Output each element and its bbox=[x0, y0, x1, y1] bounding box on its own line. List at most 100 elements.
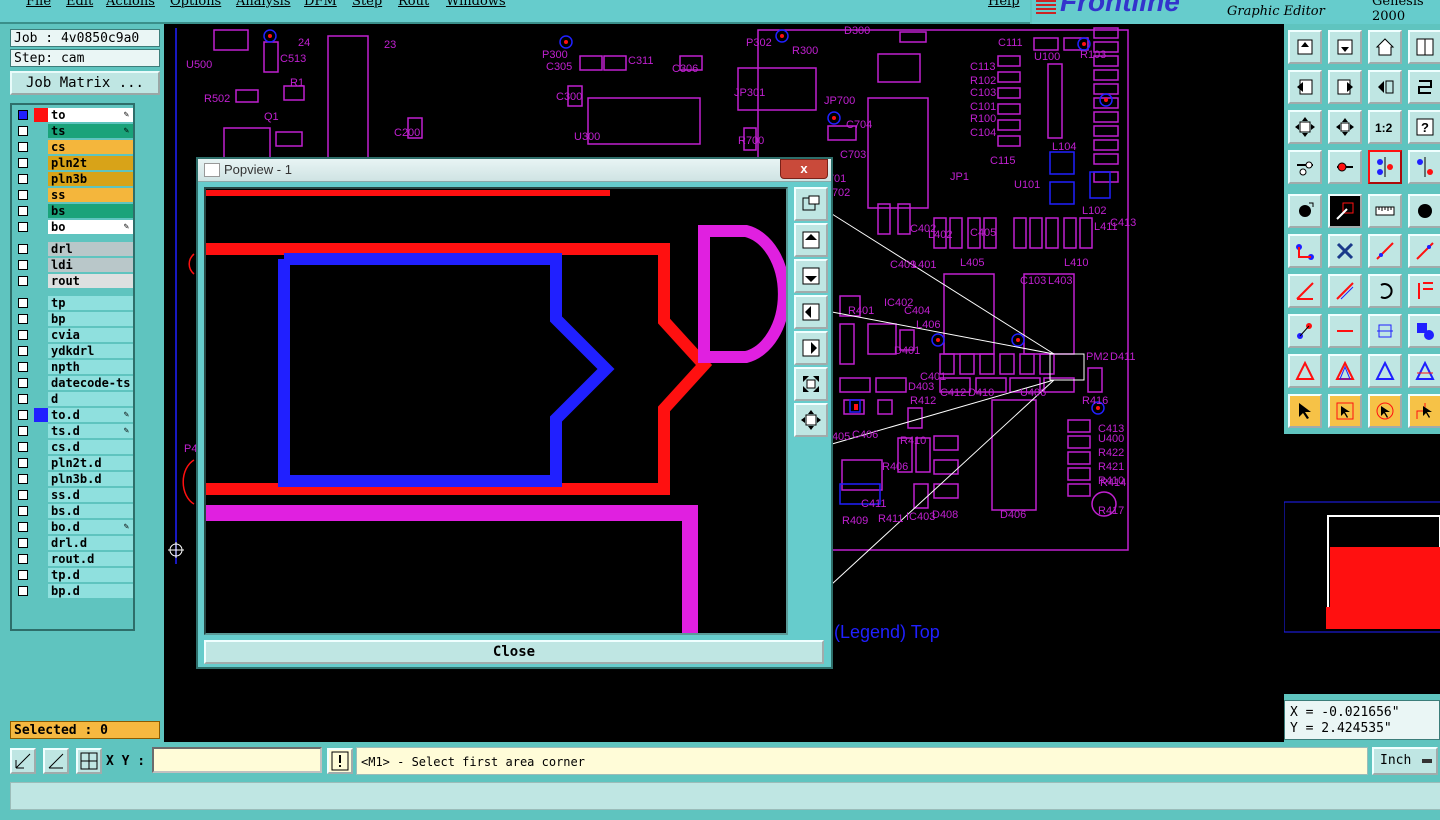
layer-color-swatch[interactable] bbox=[34, 274, 48, 288]
menu-windows[interactable]: Windows bbox=[446, 0, 506, 9]
layer-row[interactable]: npth bbox=[16, 360, 134, 374]
angle-button[interactable] bbox=[1288, 274, 1322, 308]
layer-row[interactable]: pln2t.d bbox=[16, 456, 134, 470]
layer-checkbox[interactable] bbox=[18, 362, 28, 372]
pan-right-button[interactable] bbox=[1328, 70, 1362, 104]
layer-row[interactable]: to.d ✎ bbox=[16, 408, 134, 422]
connect-button[interactable] bbox=[1328, 150, 1362, 184]
grid-button[interactable] bbox=[1408, 30, 1440, 64]
layer-name[interactable]: tp bbox=[48, 296, 133, 310]
layer-row[interactable]: bs bbox=[16, 204, 134, 218]
layer-row[interactable]: rout.d bbox=[16, 552, 134, 566]
layer-name[interactable]: ydkdrl bbox=[48, 344, 133, 358]
help-button[interactable]: ? bbox=[1408, 110, 1440, 144]
net-button[interactable] bbox=[1368, 150, 1402, 184]
layer-checkbox[interactable] bbox=[18, 442, 28, 452]
layer-checkbox[interactable] bbox=[18, 394, 28, 404]
menu-edit[interactable]: Edit bbox=[66, 0, 93, 9]
layer-color-swatch[interactable] bbox=[34, 124, 48, 138]
triangle2-button[interactable] bbox=[1328, 354, 1362, 388]
select-box-button[interactable] bbox=[1328, 394, 1362, 428]
layer-name[interactable]: pln3b.d bbox=[48, 472, 133, 486]
layer-name[interactable]: ss.d bbox=[48, 488, 133, 502]
popview-pan-right-button[interactable] bbox=[794, 331, 828, 365]
layer-row[interactable]: bs.d bbox=[16, 504, 134, 518]
layer-checkbox[interactable] bbox=[18, 426, 28, 436]
layer-row[interactable]: drl.d bbox=[16, 536, 134, 550]
fit-button[interactable] bbox=[1288, 110, 1322, 144]
layer-checkbox[interactable] bbox=[18, 410, 28, 420]
layer-color-swatch[interactable] bbox=[34, 536, 48, 550]
layer-color-swatch[interactable] bbox=[34, 424, 48, 438]
menu-analysis[interactable]: Analysis bbox=[236, 0, 291, 9]
ruler-button[interactable] bbox=[1368, 194, 1402, 228]
pan-left-button[interactable] bbox=[1288, 70, 1322, 104]
layer-color-swatch[interactable] bbox=[34, 504, 48, 518]
popview-pan-up-button[interactable] bbox=[794, 223, 828, 257]
layer-checkbox[interactable] bbox=[18, 110, 28, 120]
menu-actions[interactable]: Actions bbox=[106, 0, 155, 9]
layer-row[interactable]: cs.d bbox=[16, 440, 134, 454]
layer-row[interactable]: pln3b.d bbox=[16, 472, 134, 486]
layer-name[interactable]: rout bbox=[48, 274, 133, 288]
menu-help[interactable]: Help bbox=[988, 0, 1020, 9]
redo-button[interactable] bbox=[1408, 70, 1440, 104]
layer-checkbox[interactable] bbox=[18, 276, 28, 286]
pad2-button[interactable] bbox=[1408, 194, 1440, 228]
layer-row[interactable]: datecode-ts bbox=[16, 376, 134, 390]
angle-mode-button[interactable] bbox=[43, 748, 69, 774]
layer-row[interactable]: pln2t bbox=[16, 156, 134, 170]
layer-checkbox[interactable] bbox=[18, 314, 28, 324]
layer-name[interactable]: ts ✎ bbox=[48, 124, 133, 138]
measure-button[interactable] bbox=[1368, 314, 1402, 348]
cross-button[interactable] bbox=[1328, 234, 1362, 268]
job-matrix-button[interactable]: Job Matrix ... bbox=[10, 71, 160, 95]
popview-pan-left-button[interactable] bbox=[794, 295, 828, 329]
layer-checkbox[interactable] bbox=[18, 330, 28, 340]
layer-color-swatch[interactable] bbox=[34, 360, 48, 374]
scale-button[interactable]: 1:2 bbox=[1368, 110, 1402, 144]
select-shape-button[interactable] bbox=[1368, 394, 1402, 428]
layer-row[interactable]: bo ✎ bbox=[16, 220, 134, 234]
copy-button[interactable] bbox=[1408, 314, 1440, 348]
layer-checkbox[interactable] bbox=[18, 142, 28, 152]
layer-name[interactable]: npth bbox=[48, 360, 133, 374]
popview-zoom-in-button[interactable] bbox=[794, 187, 828, 221]
popview-close-button[interactable]: Close bbox=[204, 640, 824, 664]
layer-row[interactable]: ts.d ✎ bbox=[16, 424, 134, 438]
triangle-button[interactable] bbox=[1288, 354, 1322, 388]
arc-button[interactable] bbox=[1368, 274, 1402, 308]
layer-checkbox[interactable] bbox=[18, 260, 28, 270]
layer-row[interactable]: pln3b bbox=[16, 172, 134, 186]
snap-button[interactable] bbox=[1288, 234, 1322, 268]
tools-button[interactable] bbox=[1288, 150, 1322, 184]
overview-map[interactable] bbox=[1283, 434, 1440, 694]
layer-row[interactable]: ts ✎ bbox=[16, 124, 134, 138]
pad-button[interactable] bbox=[1288, 194, 1322, 228]
layer-color-swatch[interactable] bbox=[34, 312, 48, 326]
undo-button[interactable] bbox=[1368, 70, 1402, 104]
layer-checkbox[interactable] bbox=[18, 554, 28, 564]
layer-color-swatch[interactable] bbox=[34, 328, 48, 342]
alert-button[interactable] bbox=[327, 748, 353, 774]
layer-color-swatch[interactable] bbox=[34, 472, 48, 486]
layer-checkbox[interactable] bbox=[18, 490, 28, 500]
layer-color-swatch[interactable] bbox=[34, 552, 48, 566]
line-button[interactable] bbox=[1328, 194, 1362, 228]
hline-button[interactable] bbox=[1328, 314, 1362, 348]
layer-color-swatch[interactable] bbox=[34, 568, 48, 582]
triangle3-button[interactable] bbox=[1368, 354, 1402, 388]
window-close-icon[interactable]: x bbox=[780, 159, 828, 179]
layer-row[interactable]: tp.d bbox=[16, 568, 134, 582]
zoom-out-button[interactable] bbox=[1328, 30, 1362, 64]
layer-color-swatch[interactable] bbox=[34, 488, 48, 502]
layer-row[interactable]: cs bbox=[16, 140, 134, 154]
layer-color-swatch[interactable] bbox=[34, 520, 48, 534]
layer-name[interactable]: bo ✎ bbox=[48, 220, 133, 234]
layer-name[interactable]: bo.d ✎ bbox=[48, 520, 133, 534]
snap-mode-button[interactable] bbox=[10, 748, 36, 774]
layer-color-swatch[interactable] bbox=[34, 376, 48, 390]
triangle4-button[interactable] bbox=[1408, 354, 1440, 388]
layer-color-swatch[interactable] bbox=[34, 172, 48, 186]
layer-color-swatch[interactable] bbox=[34, 584, 48, 598]
